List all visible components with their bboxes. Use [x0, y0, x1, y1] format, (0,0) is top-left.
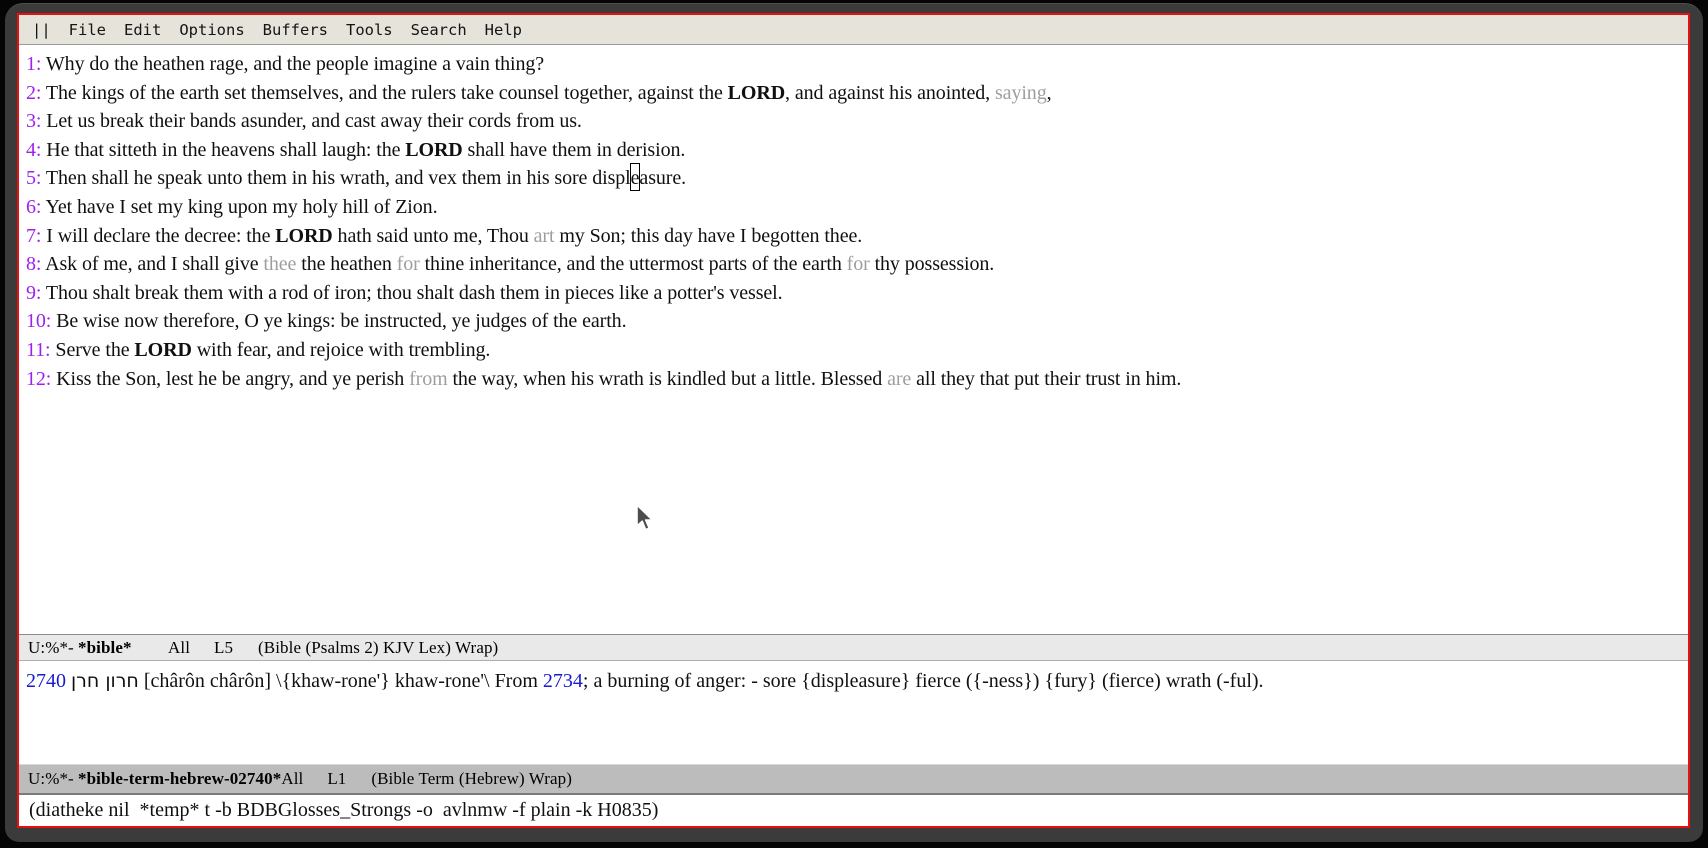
line-number-indicator: L1	[327, 769, 371, 789]
added-word: from	[409, 368, 447, 390]
menu-item-edit[interactable]: Edit	[124, 21, 161, 39]
verse-line-5[interactable]: 5: Then shall he speak unto them in his …	[26, 164, 1680, 193]
verse-number: 5:	[26, 167, 41, 189]
menubar: || File Edit Options Buffers Tools Search Help	[19, 15, 1688, 45]
verse-number: 2:	[26, 82, 41, 104]
added-word: are	[887, 368, 911, 390]
verse-line-1[interactable]: 1: Why do the heathen rage, and the peop…	[26, 50, 1680, 79]
major-mode-indicator[interactable]: (Bible (Psalms 2) KJV Lex) Wrap)	[258, 638, 498, 658]
lexicon-buffer[interactable]: 2740 חרון חרן [chârôn chârôn] \{khaw-ron…	[19, 661, 1688, 764]
text-segment: shall have them in derision.	[463, 139, 686, 161]
divine-name: LORD	[134, 339, 191, 361]
verse-line-8[interactable]: 8: Ask of me, and I shall give thee the …	[26, 250, 1680, 279]
text-segment: Then shall he speak unto them in his wra…	[46, 167, 631, 189]
verse-line-7[interactable]: 7: I will declare the decree: the LORD h…	[26, 222, 1680, 251]
text-segment: , and against his anointed,	[785, 82, 995, 104]
screen: ||FileEditOptionsBuffersToolsSearchHelp …	[0, 0, 1708, 848]
lexicon-entry[interactable]: 2740 חרון חרן [chârôn chârôn] \{khaw-ron…	[26, 668, 1680, 695]
text-cursor: e	[631, 167, 640, 189]
verse-line-2[interactable]: 2: The kings of the earth set themselves…	[26, 79, 1680, 108]
verse-number: 4:	[26, 139, 41, 161]
menu-item-search[interactable]: Search	[411, 21, 467, 39]
verse-number: 6:	[26, 196, 41, 218]
menu-item-options[interactable]: Options	[179, 21, 244, 39]
text-segment: Ask of me, and I shall give	[45, 253, 263, 275]
verse-line-10[interactable]: 10: Be wise now therefore, O ye kings: b…	[26, 307, 1680, 336]
text-segment: my Son; this day have I begotten thee.	[554, 225, 862, 247]
verse-number: 1:	[26, 53, 41, 75]
verse-number: 11:	[26, 339, 51, 361]
verse-line-6[interactable]: 6: Yet have I set my king upon my holy h…	[26, 193, 1680, 222]
added-word: art	[534, 225, 555, 247]
line-number-indicator: L5	[214, 638, 258, 658]
modeline-status-flags: U:%*-	[28, 638, 78, 658]
added-word: for	[847, 253, 870, 275]
buffer-position: All	[281, 769, 327, 789]
menu-item-tools[interactable]: Tools	[346, 21, 393, 39]
verse-number: 12:	[26, 368, 51, 390]
menu-item-pipes[interactable]: ||	[32, 21, 51, 39]
text-segment: Kiss the Son, lest he be angry, and ye p…	[56, 368, 409, 390]
modeline-status-flags: U:%*-	[28, 769, 78, 789]
text-segment: I will declare the decree: the	[46, 225, 275, 247]
verse-number: 8:	[26, 253, 41, 275]
verse-number: 10:	[26, 310, 51, 332]
minibuffer[interactable]: (diatheke nil *temp* t -b BDBGlosses_Str…	[19, 795, 1688, 826]
mode-line-lexicon[interactable]: U:%*- *bible-term-hebrew-02740* All L1 (…	[19, 764, 1688, 795]
text-segment: asure.	[639, 167, 686, 189]
text-segment: ; a burning of anger: - sore {displeasur…	[583, 670, 1264, 692]
divine-name: LORD	[275, 225, 332, 247]
strongs-link[interactable]: 2734	[543, 670, 583, 692]
text-segment: thine inheritance, and the uttermost par…	[420, 253, 847, 275]
bible-buffer[interactable]: 1: Why do the heathen rage, and the peop…	[19, 45, 1688, 634]
menu-item-buffers[interactable]: Buffers	[263, 21, 328, 39]
hebrew-word: חרון חרן	[71, 670, 139, 692]
verse-line-4[interactable]: 4: He that sitteth in the heavens shall …	[26, 136, 1680, 165]
menu-item-file[interactable]: File	[69, 21, 106, 39]
text-segment: hath said unto me, Thou	[333, 225, 534, 247]
verse-line-11[interactable]: 11: Serve the LORD with fear, and rejoic…	[26, 336, 1680, 365]
verse-number: 7:	[26, 225, 41, 247]
strongs-link[interactable]: 2740	[26, 670, 66, 692]
text-segment: He that sitteth in the heavens shall lau…	[46, 139, 405, 161]
added-word: for	[397, 253, 420, 275]
text-segment: Serve the	[55, 339, 134, 361]
buffer-position: All	[168, 638, 214, 658]
text-segment: Be wise now therefore, O ye kings: be in…	[56, 310, 626, 332]
verse-number: 9:	[26, 282, 41, 304]
text-segment: Yet have I set my king upon my holy hill…	[46, 196, 438, 218]
text-segment: ,	[1047, 82, 1052, 104]
mode-line-bible[interactable]: U:%*- *bible* All L5 (Bible (Psalms 2) K…	[19, 634, 1688, 661]
added-word: saying	[995, 82, 1047, 104]
text-segment: Why do the heathen rage, and the people …	[46, 53, 544, 75]
verse-line-12[interactable]: 12: Kiss the Son, lest he be angry, and …	[26, 365, 1680, 394]
buffer-name[interactable]: *bible*	[78, 638, 168, 658]
verse-line-3[interactable]: 3: Let us break their bands asunder, and…	[26, 107, 1680, 136]
major-mode-indicator[interactable]: (Bible Term (Hebrew) Wrap)	[371, 769, 572, 789]
divine-name: LORD	[728, 82, 785, 104]
buffer-name[interactable]: *bible-term-hebrew-02740*	[78, 769, 281, 789]
echo-area-text: (diatheke nil *temp* t -b BDBGlosses_Str…	[29, 799, 658, 822]
text-segment: the heathen	[296, 253, 396, 275]
text-segment: thy possession.	[870, 253, 995, 275]
menu-item-help[interactable]: Help	[485, 21, 522, 39]
text-segment: The kings of the earth set themselves, a…	[46, 82, 728, 104]
text-segment: Let us break their bands asunder, and ca…	[46, 110, 582, 132]
verse-line-9[interactable]: 9: Thou shalt break them with a rod of i…	[26, 279, 1680, 308]
text-segment: all they that put their trust in him.	[911, 368, 1181, 390]
text-segment: Thou shalt break them with a rod of iron…	[46, 282, 783, 304]
emacs-frame: ||FileEditOptionsBuffersToolsSearchHelp …	[17, 13, 1690, 828]
text-segment: [chârôn chârôn] \{khaw-rone'} khaw-rone'…	[139, 670, 543, 692]
verse-number: 3:	[26, 110, 41, 132]
divine-name: LORD	[405, 139, 462, 161]
added-word: thee	[263, 253, 296, 275]
text-segment: the way, when his wrath is kindled but a…	[448, 368, 888, 390]
text-segment: with fear, and rejoice with trembling.	[192, 339, 491, 361]
